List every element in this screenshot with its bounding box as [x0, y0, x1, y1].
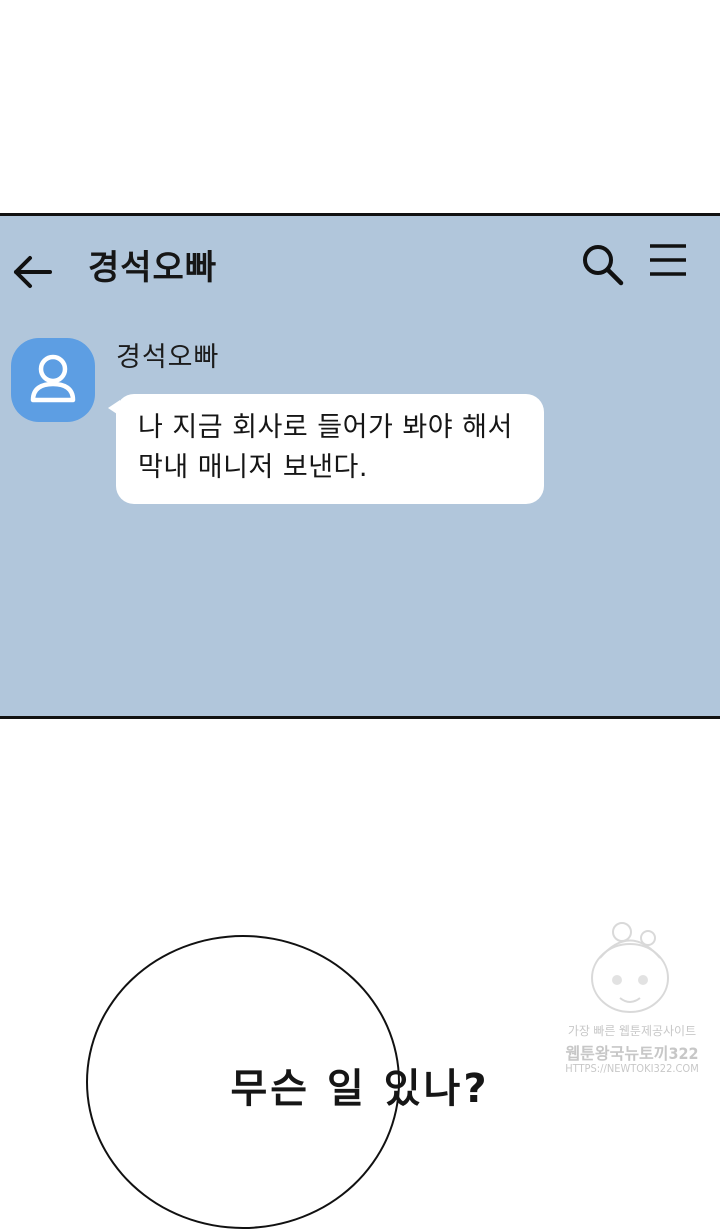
mascot-watermark-icon: [591, 922, 669, 1013]
sender-name: 경석오빠: [116, 342, 220, 373]
menu-button[interactable]: [646, 240, 690, 284]
message-line: 막내 매니저 보낸다.: [138, 452, 368, 483]
watermark-line: 가장 빠른 웹툰제공사이트: [567, 1024, 697, 1038]
search-button[interactable]: [578, 240, 626, 288]
back-button[interactable]: [12, 250, 56, 294]
watermark-line: 웹툰왕국뉴토끼322: [565, 1044, 699, 1063]
chat-header: 경석오빠: [0, 216, 720, 316]
message-bubble[interactable]: 나 지금 회사로 들어가 봐야 해서 막내 매니저 보낸다.: [108, 394, 544, 504]
chat-screen: 경석오빠 경석오빠 나 지금 회사로 들어가 봐야 해서 막내 매니저 보낸다.: [0, 213, 720, 719]
search-icon: [583, 245, 624, 286]
user-icon: [30, 354, 76, 403]
watermark: 가장 빠른 웹툰제공사이트 웹툰왕국뉴토끼322 HTTPS://NEWTOKI…: [552, 918, 712, 1083]
message-line: 나 지금 회사로 들어가 봐야 해서: [138, 412, 513, 443]
sender-avatar[interactable]: [11, 338, 95, 422]
watermark-line: HTTPS://NEWTOKI322.COM: [565, 1062, 699, 1075]
chat-title: 경석오빠: [88, 248, 218, 288]
bubble-tail: [108, 400, 120, 416]
arrow-left-icon: [14, 256, 52, 288]
hamburger-menu-icon: [650, 244, 686, 276]
